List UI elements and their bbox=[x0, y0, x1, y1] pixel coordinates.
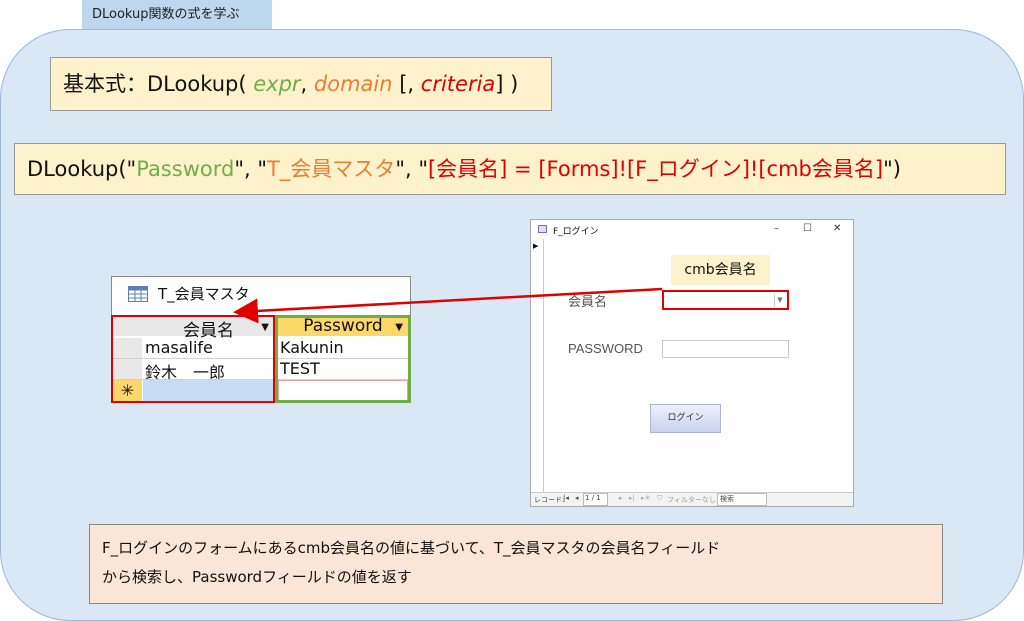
description-line-1: F_ログインのフォームにあるcmb会員名の値に基づいて、T_会員マスタの会員名フ… bbox=[102, 539, 721, 557]
description-line-2: から検索し、Passwordフィールドの値を返す bbox=[102, 568, 412, 586]
description-box: F_ログインのフォームにあるcmb会員名の値に基づいて、T_会員マスタの会員名フ… bbox=[89, 524, 943, 604]
lookup-arrow-line bbox=[233, 287, 663, 324]
